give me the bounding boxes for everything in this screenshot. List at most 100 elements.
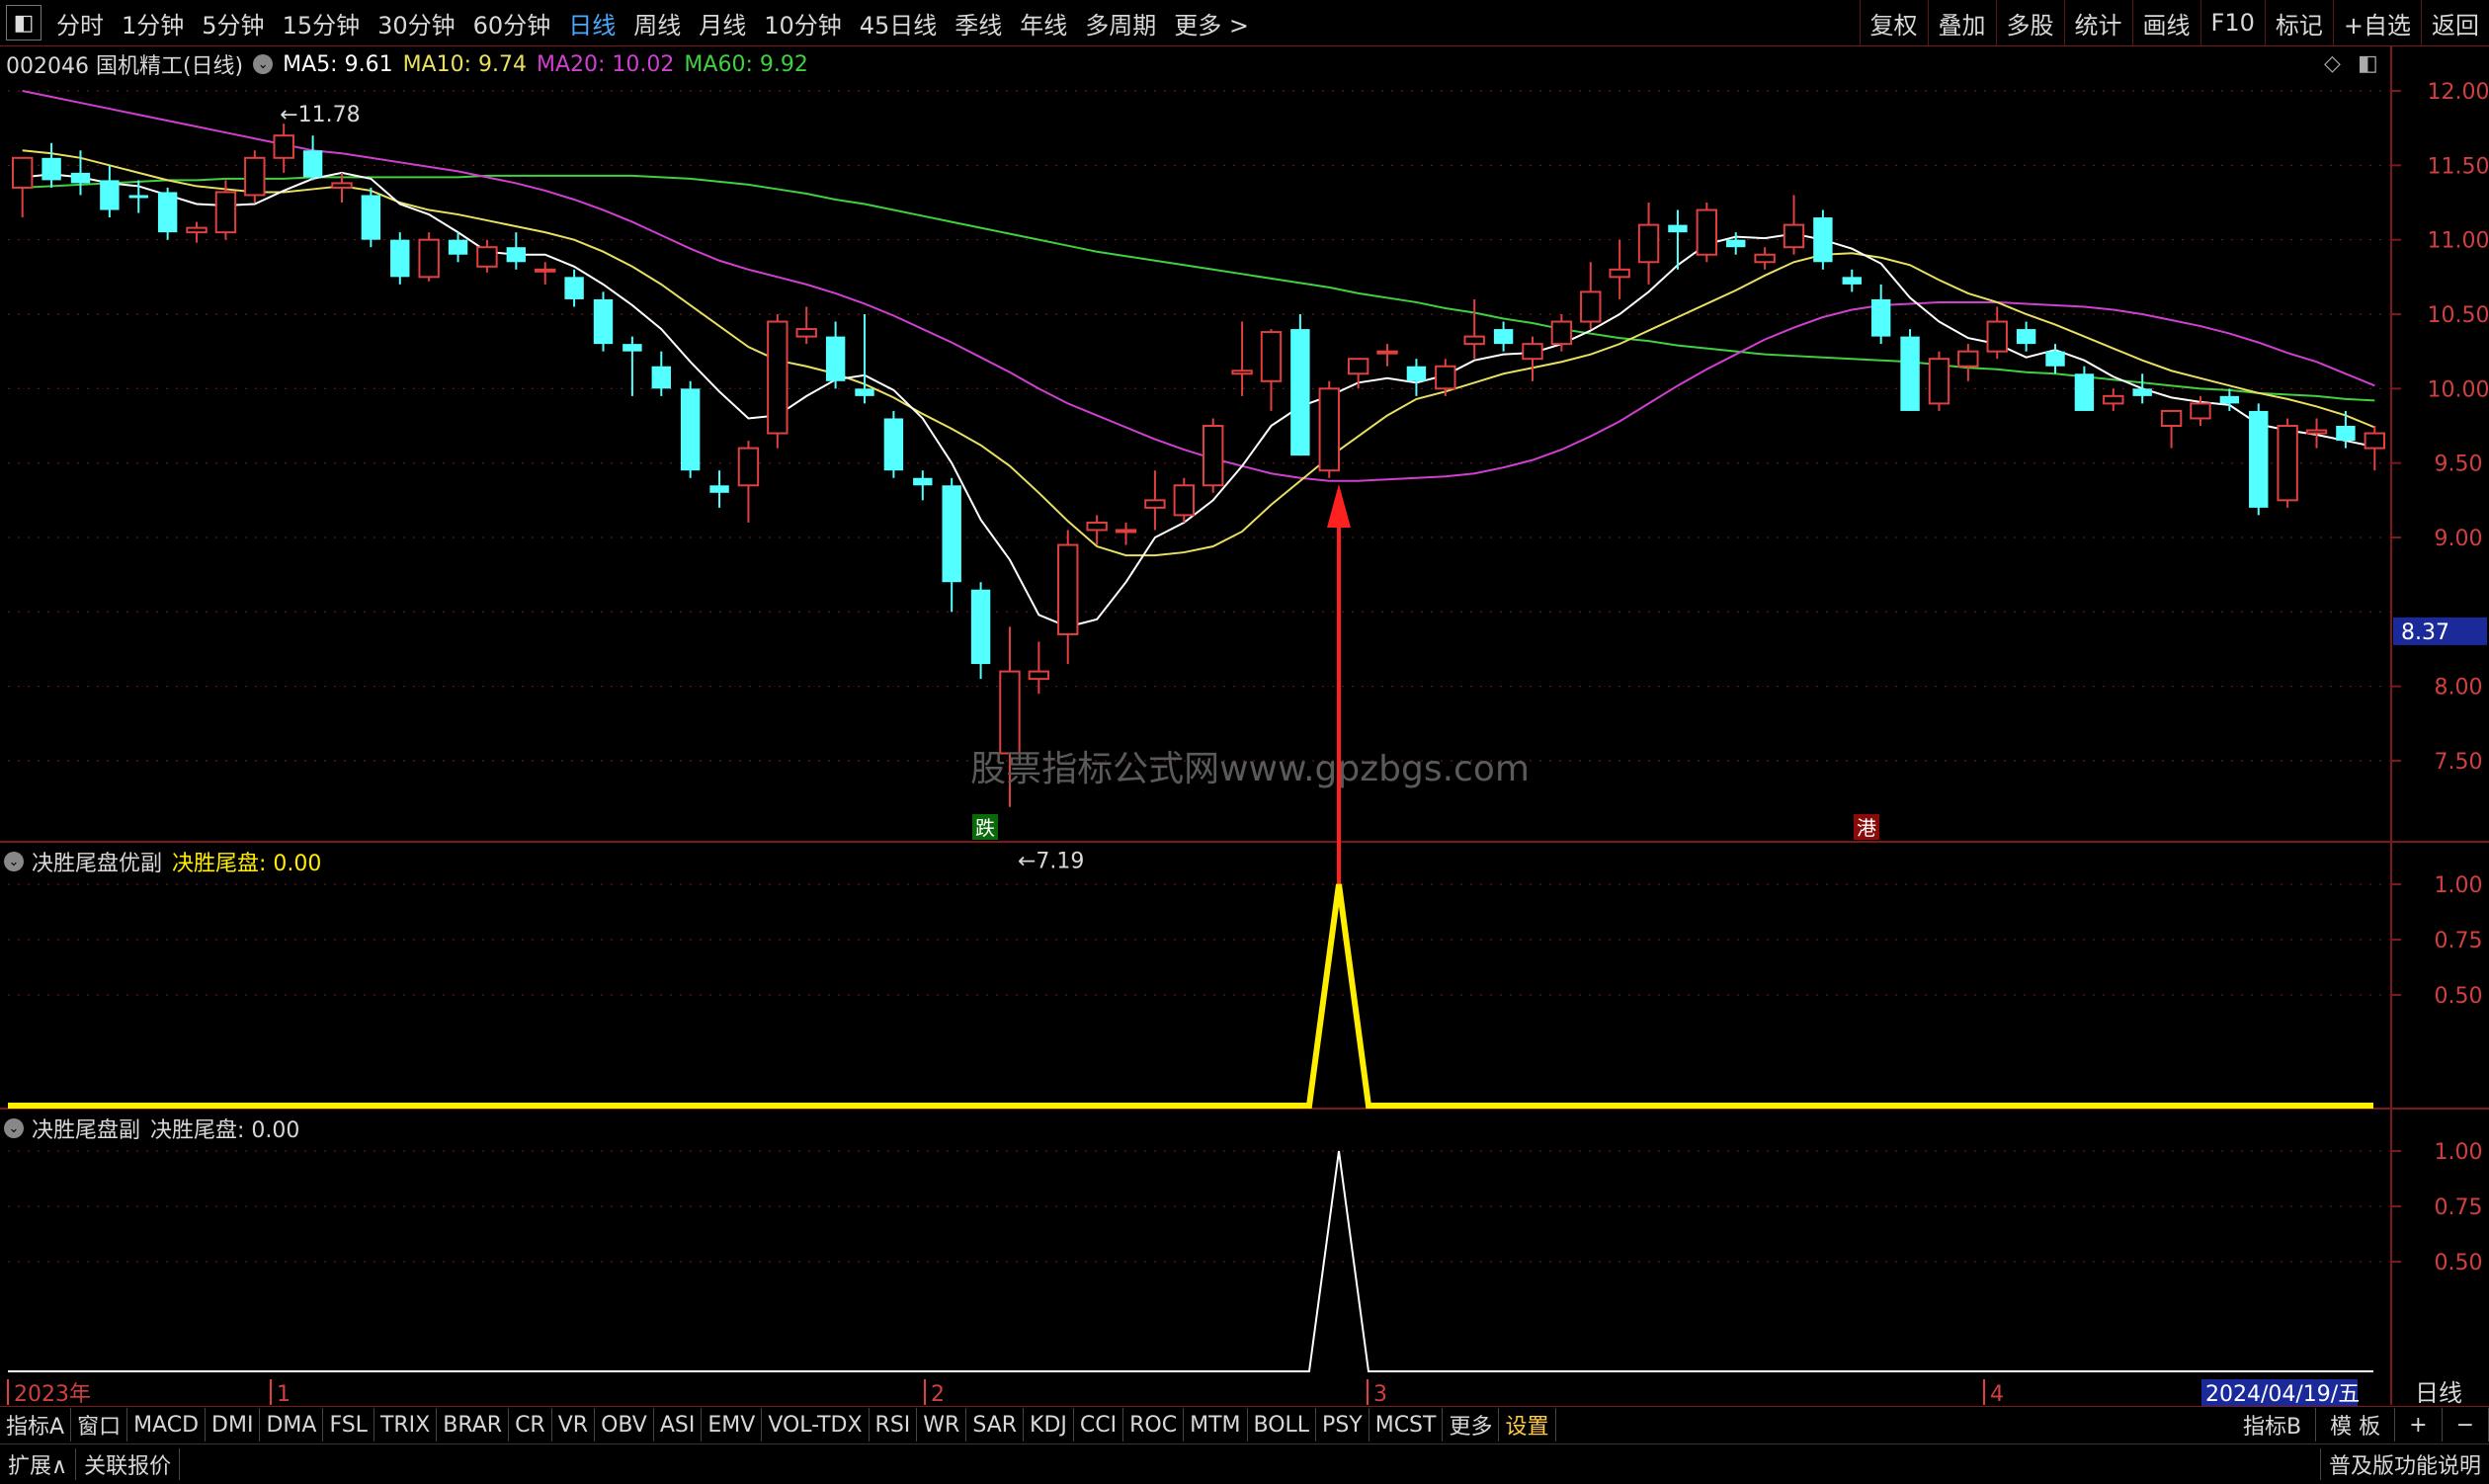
pane-1-value: 决胜尾盘: 0.00 [172, 852, 322, 876]
indicator-tab[interactable]: ROC [1123, 1408, 1185, 1442]
indicator-tab[interactable]: DMA [260, 1408, 324, 1442]
indicator-tab[interactable]: RSI [870, 1408, 918, 1442]
indicator-tab[interactable]: OBV [595, 1408, 654, 1442]
candle-body [2074, 373, 2095, 411]
candle-body [157, 192, 178, 233]
candle-body [1144, 499, 1166, 509]
toolbar-button[interactable]: F10 [2199, 0, 2265, 45]
x-axis-label: 2 [931, 1382, 945, 1407]
indicator-tab-bar: 指标A 窗口 MACD DMI DMA FSL TRIX BRAR CR VR OBV ASI EMV V… [0, 1406, 2489, 1443]
indicator-tab[interactable]: 指标A [0, 1408, 72, 1442]
candlestick-chart[interactable]: 12.0011.5011.0010.5010.009.509.008.007.5… [0, 45, 2489, 1409]
candle-body [795, 328, 817, 338]
template-tab[interactable]: − [2443, 1408, 2489, 1442]
indicator-tab[interactable]: MTM [1184, 1408, 1248, 1442]
indicator-tab[interactable]: 窗口 [71, 1408, 128, 1442]
indicator-tab[interactable]: FSL [323, 1408, 374, 1442]
indicator-tab[interactable]: BOLL [1248, 1408, 1317, 1442]
candle-body [1754, 253, 1776, 264]
toolbar-button[interactable]: 统计 [2063, 0, 2132, 45]
help-link[interactable]: 普及版功能说明 [2319, 1448, 2489, 1480]
toolbar-button[interactable]: 多股 [1995, 0, 2064, 45]
period-tab[interactable]: 更多 > [1165, 6, 1258, 41]
candle-body [2016, 329, 2036, 345]
related-quote-button[interactable]: 关联报价 [76, 1448, 181, 1480]
indicator-tab[interactable]: BRAR [437, 1408, 510, 1442]
y-tick-label: 12.00 [2428, 80, 2489, 105]
indicator-tab[interactable]: KDJ [1024, 1408, 1074, 1442]
candle-body [1637, 223, 1660, 264]
period-tab[interactable]: 月线 [690, 6, 755, 41]
candle-body [186, 226, 207, 234]
indicator-tab[interactable]: EMV [702, 1408, 763, 1442]
period-tab[interactable]: 年线 [1011, 6, 1076, 41]
y-tick-label: 9.00 [2435, 527, 2483, 551]
candle-body [942, 485, 961, 583]
candle-body [767, 320, 788, 435]
period-tab[interactable]: 周线 [624, 6, 690, 41]
candle-body [1522, 343, 1543, 361]
y-tick-label: 0.75 [2435, 1195, 2483, 1220]
toolbar-button[interactable]: 返回 [2421, 0, 2489, 45]
template-tab[interactable]: 指标B [2229, 1408, 2317, 1442]
period-tab[interactable]: 日线 [559, 6, 624, 41]
indicator-tab[interactable]: WR [917, 1408, 967, 1442]
signal-arrow-head [1327, 484, 1351, 528]
toolbar-button[interactable]: +自选 [2332, 0, 2421, 45]
candle-body [11, 156, 34, 189]
candle-body [1028, 670, 1050, 681]
toolbar-button[interactable]: 标记 [2264, 0, 2333, 45]
indicator-tab[interactable]: MCST [1369, 1408, 1444, 1442]
candle-body [2364, 432, 2386, 450]
indicator-tab[interactable]: CR [509, 1408, 552, 1442]
indicator-tab[interactable]: PSY [1316, 1408, 1369, 1442]
period-tab[interactable]: 45日线 [851, 6, 947, 41]
pane-toggle-icon[interactable]: ⌄ [4, 1118, 24, 1138]
watermark: 股票指标公式网www.gpzbgs.com [970, 749, 1530, 789]
period-tab[interactable]: 15分钟 [274, 6, 370, 41]
y-tick-label: 11.00 [2428, 229, 2489, 254]
window-menu-icon[interactable]: ◧ [6, 5, 41, 41]
candle-body [709, 485, 729, 493]
template-tab[interactable]: 模 板 [2316, 1408, 2396, 1442]
indicator-tab[interactable]: CCI [1074, 1408, 1124, 1442]
candle-body [1290, 329, 1310, 456]
period-tab[interactable]: 60分钟 [464, 6, 560, 41]
indicator-tab[interactable]: VR [552, 1408, 596, 1442]
toolbar-button[interactable]: 复权 [1859, 0, 1928, 45]
candle-body [418, 238, 440, 279]
indicator-tab[interactable]: TRIX [374, 1408, 438, 1442]
candle-body [2219, 395, 2240, 404]
indicator-tab[interactable]: 设置 [1499, 1408, 1556, 1442]
indicator-tabs: 指标A 窗口 MACD DMI DMA FSL TRIX BRAR CR VR OBV ASI EMV V… [0, 1408, 1556, 1442]
x-axis-label: 1 [277, 1382, 290, 1407]
expand-button[interactable]: 扩展∧ [0, 1448, 77, 1480]
period-tab[interactable]: 1分钟 [113, 6, 193, 41]
pane-toggle-icon[interactable]: ⌄ [4, 852, 24, 871]
candle-body [1231, 370, 1253, 375]
candle-body [2305, 429, 2328, 435]
candle-body [2045, 351, 2065, 367]
toolbar-button[interactable]: 叠加 [1927, 0, 1996, 45]
template-tabs: 指标B 模 板 + − [2229, 1408, 2489, 1442]
template-tab[interactable]: + [2395, 1408, 2443, 1442]
period-tab[interactable]: 10分钟 [755, 6, 851, 41]
indicator-tab[interactable]: SAR [966, 1408, 1025, 1442]
indicator-tab[interactable]: ASI [654, 1408, 703, 1442]
period-tab[interactable]: 30分钟 [369, 6, 464, 41]
indicator-tab[interactable]: 更多 [1443, 1408, 1500, 1442]
y-tick-label: 0.50 [2435, 1251, 2483, 1276]
high-price-label: ←11.78 [280, 103, 360, 127]
low-price-label: ←7.19 [1018, 850, 1084, 874]
period-tab[interactable]: 5分钟 [193, 6, 273, 41]
toolbar-button[interactable]: 画线 [2131, 0, 2200, 45]
period-tab[interactable]: 多周期 [1076, 6, 1165, 41]
indicator-tab[interactable]: MACD [127, 1408, 207, 1442]
period-tab[interactable]: 季线 [946, 6, 1011, 41]
indicator-tab[interactable]: DMI [206, 1408, 261, 1442]
period-tab[interactable]: 分时 [47, 6, 113, 41]
indicator-tab[interactable]: VOL-TDX [762, 1408, 870, 1442]
candle-body [128, 195, 148, 199]
pane-1-name: 决胜尾盘优副 [32, 852, 163, 876]
period-toolbar: ◧ 分时 1分钟 5分钟 15分钟 30分钟 60分钟 日线 周线 月线 10分钟 45日线 季线 年线… [0, 0, 2489, 46]
